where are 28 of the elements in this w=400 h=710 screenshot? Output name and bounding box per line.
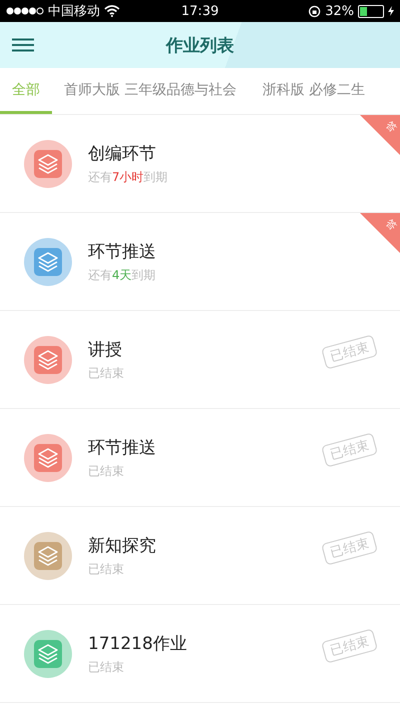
carrier-name: 中国移动 (48, 3, 100, 20)
wifi-icon (104, 5, 120, 17)
category-tab[interactable]: 首师大版 三年级品德与社会 (58, 68, 242, 114)
battery-percent: 32% (325, 4, 354, 18)
battery-icon (358, 4, 384, 18)
assignment-row[interactable]: 环节推送 还有4天到期 答 (0, 213, 400, 311)
due-status: 还有4天到期 (88, 266, 156, 284)
ended-status: 已结束 (88, 364, 124, 382)
assignment-title: 讲授 (88, 338, 123, 360)
signal-icon (6, 7, 44, 15)
rotation-lock-icon (308, 4, 322, 18)
menu-icon[interactable] (12, 38, 34, 52)
ended-status: 已结束 (88, 658, 125, 676)
page-title: 作业列表 (166, 34, 234, 56)
clock-time: 17:39 (181, 4, 219, 18)
assignment-title: 环节推送 (88, 436, 156, 458)
corner-ribbon: 答 (360, 115, 400, 155)
assignment-title: 新知探究 (88, 534, 156, 556)
assignment-title: 创编环节 (88, 142, 157, 164)
charging-icon (388, 6, 394, 16)
ended-status: 已结束 (88, 462, 125, 480)
due-status: 还有7小时到期 (88, 168, 168, 186)
assignment-title: 171218作业 (88, 632, 187, 654)
category-tab[interactable]: 浙科版 必修二生 (256, 68, 371, 114)
assignment-row[interactable]: 创编环节 还有7小时到期 答 (0, 115, 400, 213)
assignment-title: 环节推送 (88, 240, 156, 262)
corner-ribbon: 答 (360, 213, 400, 253)
ended-status: 已结束 (88, 560, 125, 578)
